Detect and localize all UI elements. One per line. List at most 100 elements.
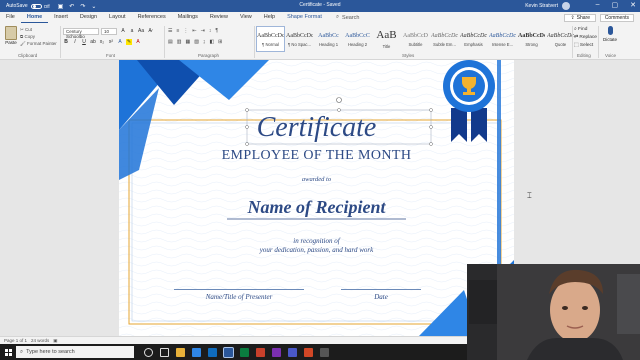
redo-icon[interactable]: ↷ (80, 3, 85, 10)
file-explorer-icon[interactable] (176, 347, 185, 357)
align-left-icon[interactable]: ▤ (168, 39, 173, 45)
cortana-icon[interactable] (144, 347, 153, 357)
office-icon[interactable] (304, 347, 313, 357)
clear-format-icon[interactable]: A̷ (147, 28, 153, 34)
dedication-text[interactable]: your dedication, passion, and hard work (119, 246, 514, 254)
presenter-label[interactable]: Name/Title of Presenter (174, 293, 304, 301)
underline-button[interactable]: U (81, 39, 87, 45)
tab-help[interactable]: Help (258, 12, 281, 23)
bold-button[interactable]: B (63, 39, 69, 45)
tab-review[interactable]: Review (204, 12, 234, 23)
tab-design[interactable]: Design (74, 12, 103, 23)
justify-icon[interactable]: ▧ (194, 39, 199, 45)
tab-shape-format[interactable]: Shape Format (281, 12, 328, 23)
save-icon[interactable]: ▣ (58, 3, 64, 10)
strikethrough-button[interactable]: ab (90, 39, 96, 45)
close-icon[interactable]: ✕ (630, 1, 636, 9)
certificate-title[interactable]: Certificate (119, 112, 514, 144)
paste-button[interactable]: Paste (3, 26, 19, 46)
borders-icon[interactable]: ⊞ (218, 39, 222, 45)
tab-layout[interactable]: Layout (103, 12, 132, 23)
search-box[interactable]: ⌕ Search (336, 14, 360, 21)
style-strong[interactable]: AaBbCcDc Strong (517, 26, 546, 52)
shading-icon[interactable]: ◧ (209, 39, 214, 45)
style-intense-emphasis[interactable]: AaBbCcDc Intense E... (488, 26, 517, 52)
font-size-select[interactable]: 10 (101, 28, 117, 35)
increase-indent-icon[interactable]: ⇥ (201, 28, 205, 34)
shrink-font-icon[interactable]: a (129, 28, 135, 34)
format-painter-button[interactable]: 🖌 Format Painter (20, 40, 57, 47)
task-view-icon[interactable] (160, 347, 169, 357)
style-quote[interactable]: AaBbCcDc Quote (546, 26, 575, 52)
tab-file[interactable]: File (0, 12, 21, 23)
customize-qat-icon[interactable]: ⌄ (91, 3, 96, 10)
line-spacing-icon[interactable]: ↨ (203, 39, 206, 45)
obs-icon[interactable] (320, 347, 329, 357)
edge-icon[interactable] (192, 347, 201, 357)
style-emphasis[interactable]: AaBbCcDc Emphasis (459, 26, 488, 52)
user-name[interactable]: Kevin Stratvert (525, 3, 558, 9)
style-subtle-emphasis[interactable]: AaBbCcDc Subtle Em... (430, 26, 459, 52)
date-label[interactable]: Date (341, 293, 421, 301)
tab-mailings[interactable]: Mailings (172, 12, 204, 23)
share-button[interactable]: ⇪ Share (564, 13, 596, 22)
align-center-icon[interactable]: ▥ (177, 39, 182, 45)
replace-button[interactable]: ⇄ Replace (574, 34, 597, 42)
decrease-indent-icon[interactable]: ⇤ (192, 28, 196, 34)
style-heading-1[interactable]: AaBbCc Heading 1 (314, 26, 343, 52)
recipient-name[interactable]: Name of Recipient (119, 197, 514, 218)
awarded-to-text[interactable]: awarded to (119, 176, 514, 183)
highlight-icon[interactable]: ✎ (126, 39, 132, 45)
autosave-toggle[interactable] (30, 3, 42, 9)
bullets-icon[interactable]: ☰ (168, 28, 172, 34)
style-heading-2[interactable]: AaBbCcC Heading 2 (343, 26, 372, 52)
teams-icon[interactable] (288, 347, 297, 357)
tab-view[interactable]: View (234, 12, 258, 23)
copy-button[interactable]: ⧉ Copy (20, 33, 57, 40)
powerpoint-icon[interactable] (256, 347, 265, 357)
start-button[interactable] (0, 344, 16, 360)
sort-icon[interactable]: ↕ (209, 28, 212, 34)
align-right-icon[interactable]: ▦ (185, 39, 190, 45)
avatar[interactable] (562, 2, 570, 10)
numbering-icon[interactable]: ≡ (176, 28, 179, 34)
undo-icon[interactable]: ↶ (69, 3, 74, 10)
text-effects-icon[interactable]: A (117, 39, 123, 45)
tab-home[interactable]: Home (20, 12, 49, 23)
style-no-spacing[interactable]: AaBbCcDc ¶ No Spac... (285, 26, 314, 52)
multilevel-list-icon[interactable]: ⋮ (183, 28, 188, 34)
page-count[interactable]: Page 1 of 1 (4, 338, 27, 343)
minimize-icon[interactable]: – (596, 1, 600, 9)
font-color-icon[interactable]: A (135, 39, 141, 45)
taskbar-search[interactable]: ⌕ Type here to search (16, 346, 134, 358)
excel-icon[interactable] (240, 347, 249, 357)
word-icon[interactable] (223, 346, 234, 358)
mail-icon[interactable] (208, 347, 217, 357)
restore-icon[interactable]: ▢ (612, 1, 619, 9)
cut-button[interactable]: ✂ Cut (20, 26, 57, 33)
tab-insert[interactable]: Insert (48, 12, 74, 23)
copy-label: Copy (24, 34, 35, 39)
find-button[interactable]: ⌕ Find (574, 26, 597, 34)
grow-font-icon[interactable]: A (120, 28, 126, 34)
recognition-text[interactable]: in recognition of (119, 237, 514, 245)
italic-button[interactable]: I (72, 39, 78, 45)
font-name-select[interactable]: Century Schoolbo (63, 28, 99, 39)
onenote-icon[interactable] (272, 347, 281, 357)
select-button[interactable]: ⬚ Select (574, 42, 597, 50)
style-normal[interactable]: AaBbCcDc ¶ Normal (256, 26, 285, 52)
style-title[interactable]: AaB Title (372, 26, 401, 52)
style-subtitle[interactable]: AaBbCcD Subtitle (401, 26, 430, 52)
show-marks-icon[interactable]: ¶ (215, 28, 218, 34)
select-label: Select (579, 43, 594, 48)
certificate-subtitle[interactable]: EMPLOYEE OF THE MONTH (119, 148, 514, 164)
superscript-button[interactable]: x² (108, 39, 114, 45)
proofing-icon[interactable]: ▣ (53, 338, 57, 344)
dictate-button[interactable]: Dictate (602, 26, 618, 42)
change-case-icon[interactable]: Aa (138, 28, 144, 34)
comments-button[interactable]: Comments (599, 13, 634, 22)
word-count[interactable]: 24 words (31, 338, 49, 343)
certificate-page[interactable]: Certificate EMPLOYEE OF THE MONTH awarde… (119, 60, 514, 336)
tab-references[interactable]: References (132, 12, 172, 23)
subscript-button[interactable]: x₂ (99, 39, 105, 45)
